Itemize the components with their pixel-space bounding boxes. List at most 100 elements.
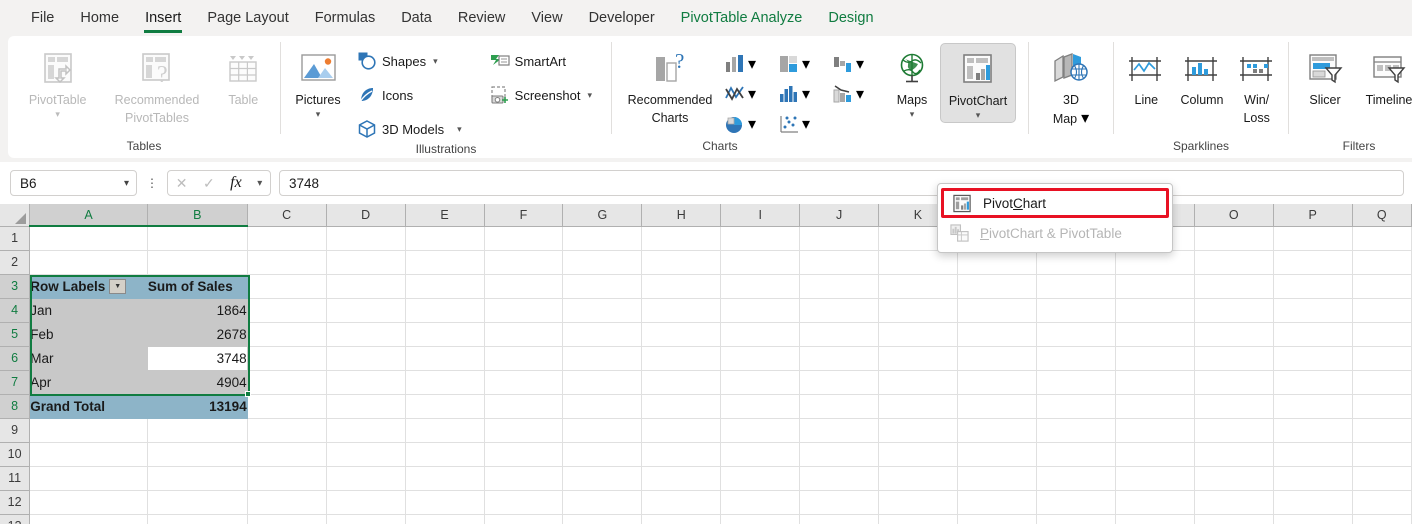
cell-h9[interactable] — [641, 418, 722, 443]
column-header-b[interactable]: B — [147, 204, 248, 227]
tab-home[interactable]: Home — [67, 4, 132, 33]
cell-n13[interactable] — [1115, 514, 1195, 524]
cell-i10[interactable] — [720, 442, 801, 467]
cell-j13[interactable] — [799, 514, 880, 524]
row-header-7[interactable]: 7 — [0, 370, 31, 395]
cell-i9[interactable] — [720, 418, 801, 443]
cell-k3[interactable] — [878, 274, 958, 299]
pivottable-chevron-down-icon[interactable]: ▾ — [55, 109, 60, 119]
tab-pivottable-analyze[interactable]: PivotTable Analyze — [668, 4, 816, 33]
cell-k4[interactable] — [878, 298, 958, 323]
cell-h13[interactable] — [641, 514, 722, 524]
cell-d11[interactable] — [326, 466, 406, 491]
cell-j1[interactable] — [799, 226, 880, 251]
cell-o9[interactable] — [1194, 418, 1274, 443]
cell-m11[interactable] — [1036, 466, 1116, 491]
cell-g8[interactable] — [562, 394, 643, 419]
cell-q4[interactable] — [1352, 298, 1412, 323]
cell-f11[interactable] — [484, 466, 564, 491]
table-button[interactable]: Table — [214, 43, 272, 110]
cell-d13[interactable] — [326, 514, 406, 524]
cell-h7[interactable] — [641, 370, 722, 395]
cell-d1[interactable] — [326, 226, 406, 251]
cell-f3[interactable] — [484, 274, 564, 299]
cell-j2[interactable] — [799, 250, 880, 275]
cell-f4[interactable] — [484, 298, 564, 323]
cell-h4[interactable] — [641, 298, 722, 323]
cell-e13[interactable] — [405, 514, 485, 524]
chevron-down-icon[interactable]: ▾ — [802, 84, 810, 104]
cell-f7[interactable] — [484, 370, 564, 395]
row-header-2[interactable]: 2 — [0, 250, 31, 275]
cell-a5[interactable]: Feb — [29, 322, 148, 347]
enter-icon[interactable]: ✓ — [203, 175, 215, 192]
pivotchart-button[interactable]: PivotChart ▾ — [940, 43, 1016, 123]
cell-o6[interactable] — [1194, 346, 1274, 371]
cell-n2[interactable] — [1115, 250, 1195, 275]
smartart-button[interactable]: SmartArt — [486, 48, 596, 74]
cell-i11[interactable] — [720, 466, 801, 491]
slicer-button[interactable]: Slicer — [1296, 43, 1354, 110]
cell-g13[interactable] — [562, 514, 643, 524]
cell-a11[interactable] — [29, 466, 148, 491]
row-labels-filter-button[interactable]: ▼ — [109, 278, 127, 294]
statistic-chart-button[interactable]: ▾ — [776, 82, 830, 106]
cell-p9[interactable] — [1273, 418, 1353, 443]
cell-c13[interactable] — [247, 514, 327, 524]
cell-i4[interactable] — [720, 298, 801, 323]
cell-p12[interactable] — [1273, 490, 1353, 515]
recommended-pivottables-button[interactable]: ? Recommended PivotTables — [103, 43, 211, 128]
cell-j10[interactable] — [799, 442, 880, 467]
cell-n4[interactable] — [1115, 298, 1195, 323]
cell-c7[interactable] — [247, 370, 327, 395]
tab-formulas[interactable]: Formulas — [302, 4, 388, 33]
cell-d7[interactable] — [326, 370, 406, 395]
cell-h6[interactable] — [641, 346, 722, 371]
cell-c10[interactable] — [247, 442, 327, 467]
cell-b11[interactable] — [147, 466, 248, 491]
cell-b7[interactable]: 4904 — [147, 370, 248, 395]
row-header-5[interactable]: 5 — [0, 322, 31, 347]
column-header-c[interactable]: C — [247, 204, 327, 227]
menu-item-pivotchart-and-pivottable[interactable]: PivotChart & PivotTable — [941, 218, 1169, 248]
sparkline-column-button[interactable]: Column — [1173, 43, 1231, 110]
cell-l6[interactable] — [957, 346, 1037, 371]
cell-f10[interactable] — [484, 442, 564, 467]
column-header-g[interactable]: G — [562, 204, 643, 227]
chevron-down-icon[interactable]: ▾ — [802, 114, 810, 134]
cell-o3[interactable] — [1194, 274, 1274, 299]
cell-h5[interactable] — [641, 322, 722, 347]
timeline-button[interactable]: Timeline — [1356, 43, 1412, 110]
cell-a8-grand-total[interactable]: Grand Total — [29, 394, 148, 419]
cell-d4[interactable] — [326, 298, 406, 323]
cell-l9[interactable] — [957, 418, 1037, 443]
cell-h2[interactable] — [641, 250, 722, 275]
cell-l3[interactable] — [957, 274, 1037, 299]
cell-g11[interactable] — [562, 466, 643, 491]
cell-m9[interactable] — [1036, 418, 1116, 443]
cell-a3-row-labels[interactable]: Row Labels ▼ — [29, 274, 148, 299]
cell-c8[interactable] — [247, 394, 327, 419]
3d-map-button[interactable]: 3D Map ▾ — [1036, 43, 1106, 130]
cell-l8[interactable] — [957, 394, 1037, 419]
cell-i6[interactable] — [720, 346, 801, 371]
cell-m5[interactable] — [1036, 322, 1116, 347]
sparkline-line-button[interactable]: Line — [1120, 43, 1172, 110]
cell-m3[interactable] — [1036, 274, 1116, 299]
cell-b12[interactable] — [147, 490, 248, 515]
cell-p1[interactable] — [1273, 226, 1353, 251]
cell-m13[interactable] — [1036, 514, 1116, 524]
cell-g3[interactable] — [562, 274, 643, 299]
cell-a6[interactable]: Mar — [29, 346, 148, 371]
tab-developer[interactable]: Developer — [576, 4, 668, 33]
cell-l13[interactable] — [957, 514, 1037, 524]
cell-n3[interactable] — [1115, 274, 1195, 299]
cell-i12[interactable] — [720, 490, 801, 515]
cell-j4[interactable] — [799, 298, 880, 323]
cell-m12[interactable] — [1036, 490, 1116, 515]
cell-f2[interactable] — [484, 250, 564, 275]
cell-j6[interactable] — [799, 346, 880, 371]
cell-g1[interactable] — [562, 226, 643, 251]
cell-q3[interactable] — [1352, 274, 1412, 299]
name-box[interactable]: B6 ▾ — [10, 170, 137, 196]
